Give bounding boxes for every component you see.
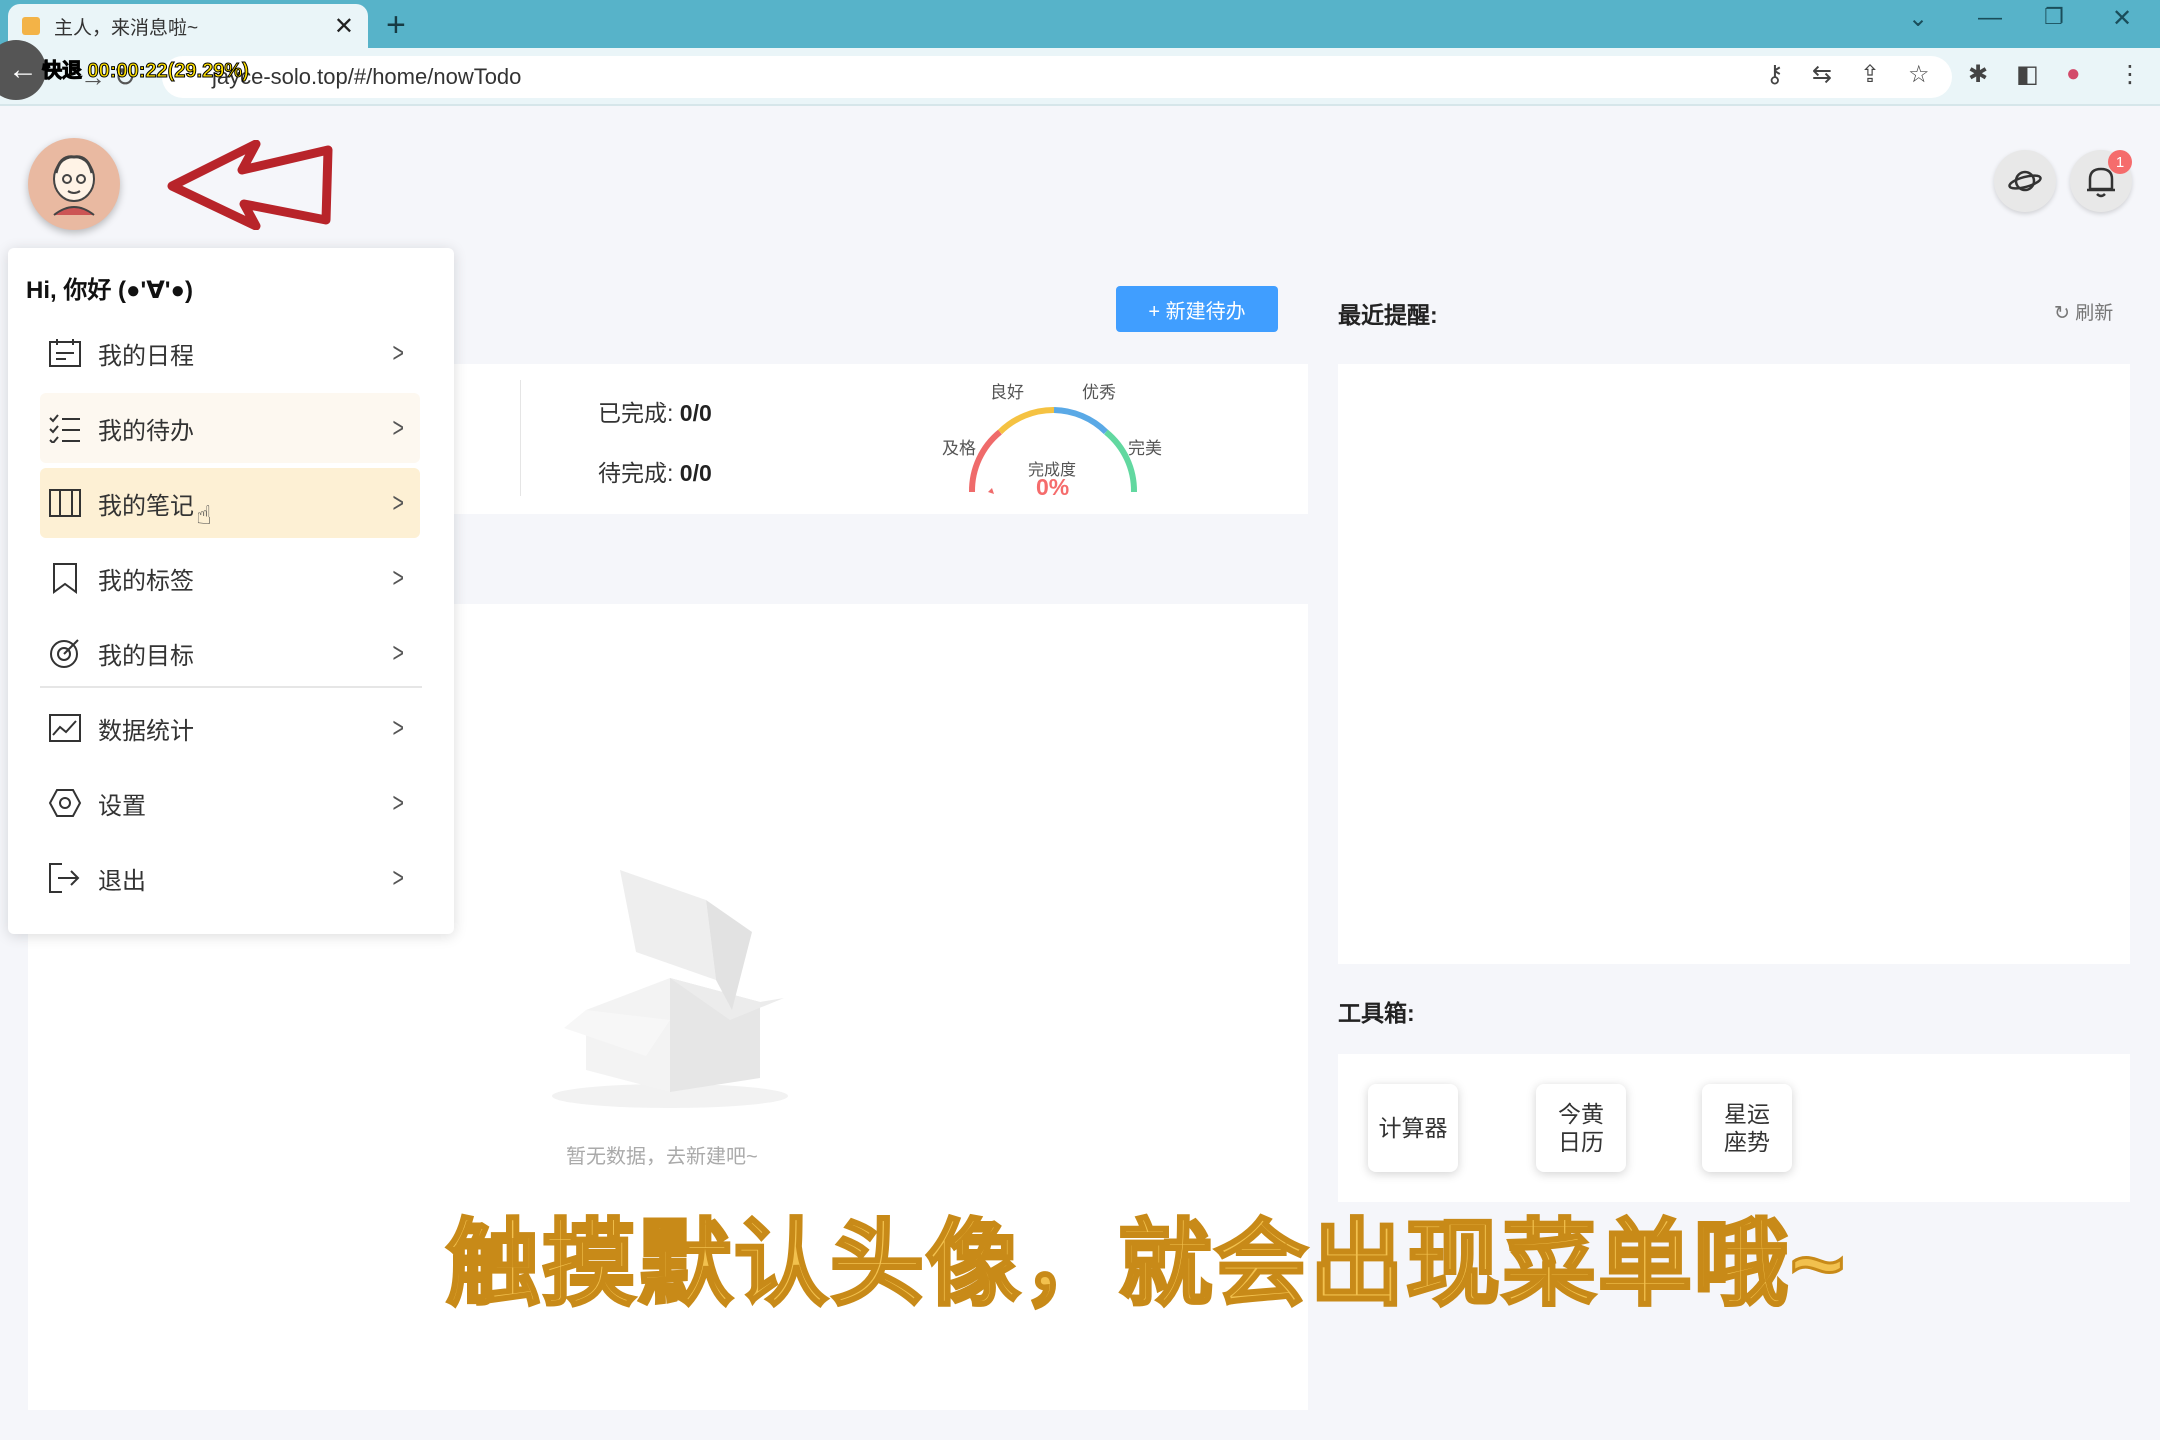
chevron-right-icon: > bbox=[392, 412, 404, 443]
menu-greeting: Hi, 你好 (●'∀'●) bbox=[26, 277, 193, 304]
tool-label-line: 日历 bbox=[1558, 1129, 1604, 1155]
chart-icon bbox=[49, 714, 81, 742]
chevron-right-icon: > bbox=[392, 487, 404, 518]
menu-item-notes[interactable]: 我的笔记 > bbox=[40, 468, 420, 538]
menu-item-label: 退出 bbox=[98, 867, 146, 895]
new-todo-button[interactable]: + 新建待办 bbox=[1116, 286, 1278, 332]
translate-icon[interactable]: ⇆ bbox=[1812, 60, 1832, 89]
menu-item-settings[interactable]: 设置 > bbox=[40, 768, 420, 838]
url-input[interactable]: jayce-solo.top/#/home/nowTodo bbox=[162, 56, 1952, 98]
calendar-icon bbox=[49, 339, 81, 367]
notification-badge: 1 bbox=[2108, 150, 2132, 174]
almanac-tool[interactable]: 今黄 日历 bbox=[1536, 1084, 1626, 1172]
video-caption: 触摸默认头像，就会出现菜单哦~ bbox=[445, 1210, 1847, 1318]
menu-item-label: 数据统计 bbox=[98, 717, 194, 745]
avatar[interactable] bbox=[28, 138, 120, 230]
pending-value: 0/0 bbox=[679, 460, 712, 486]
target-icon bbox=[50, 639, 79, 668]
menu-divider bbox=[40, 686, 422, 688]
chevron-right-icon: > bbox=[392, 562, 404, 593]
extensions-icon[interactable]: ✱ bbox=[1968, 60, 1988, 89]
gauge-label: 良好 bbox=[990, 383, 1024, 402]
settings-icon bbox=[48, 789, 82, 817]
chevron-right-icon: > bbox=[392, 862, 404, 893]
menu-item-statistics[interactable]: 数据统计 > bbox=[40, 693, 420, 763]
empty-state-text: 暂无数据，去新建吧~ bbox=[566, 1146, 758, 1168]
checklist-icon bbox=[49, 414, 80, 443]
tool-label-line: 今黄 bbox=[1558, 1101, 1604, 1127]
done-label: 已完成: bbox=[598, 400, 674, 426]
planet-icon bbox=[2008, 170, 2042, 192]
menu-item-label: 我的笔记 bbox=[98, 492, 194, 520]
menu-item-label: 我的标签 bbox=[98, 567, 194, 595]
gauge-label: 优秀 bbox=[1082, 383, 1116, 402]
refresh-icon: ↻ bbox=[2054, 303, 2076, 324]
tool-label-line: 座势 bbox=[1724, 1129, 1770, 1155]
bookmark-icon bbox=[53, 563, 77, 594]
done-value: 0/0 bbox=[679, 400, 712, 426]
chevron-right-icon: > bbox=[392, 712, 404, 743]
browser-tab[interactable]: 主人，来消息啦~ ✕ bbox=[8, 4, 368, 48]
minimize-icon[interactable]: — bbox=[1978, 4, 2002, 32]
menu-item-logout[interactable]: 退出 > bbox=[40, 843, 420, 913]
chevron-right-icon: > bbox=[392, 337, 404, 368]
gauge-label: 及格 bbox=[942, 439, 976, 458]
done-stat: 已完成: 0/0 bbox=[598, 394, 712, 428]
menu-item-label: 我的日程 bbox=[98, 342, 194, 370]
menu-item-label: 设置 bbox=[98, 792, 146, 820]
gauge-value: 0% bbox=[1036, 474, 1070, 500]
menu-item-label: 我的目标 bbox=[98, 642, 194, 670]
refresh-button[interactable]: ↻ 刷新 bbox=[2054, 298, 2113, 325]
avatar-face-icon bbox=[53, 155, 95, 216]
notebook-icon bbox=[49, 489, 81, 517]
pending-label: 待完成: bbox=[598, 460, 674, 486]
favicon-icon bbox=[22, 17, 40, 35]
share-icon[interactable]: ⇪ bbox=[1860, 60, 1880, 89]
close-window-icon[interactable]: ✕ bbox=[2112, 4, 2132, 33]
menu-item-schedule[interactable]: 我的日程 > bbox=[40, 318, 420, 388]
logout-icon bbox=[49, 863, 80, 893]
calculator-tool[interactable]: 计算器 bbox=[1368, 1084, 1458, 1172]
planet-button[interactable] bbox=[1994, 150, 2056, 212]
chevron-right-icon: > bbox=[392, 637, 404, 668]
menu-item-todo[interactable]: 我的待办 > bbox=[40, 393, 420, 463]
menu-item-tags[interactable]: 我的标签 > bbox=[40, 543, 420, 613]
chevron-right-icon: > bbox=[392, 787, 404, 818]
key-icon[interactable]: ⚷ bbox=[1766, 60, 1784, 89]
empty-box-icon bbox=[552, 870, 788, 1108]
reminders-card bbox=[1338, 364, 2130, 964]
gauge-label: 完美 bbox=[1128, 439, 1162, 458]
hand-cursor-icon: ☝ bbox=[196, 500, 212, 530]
tab-title: 主人，来消息啦~ bbox=[54, 17, 199, 39]
pending-stat: 待完成: 0/0 bbox=[598, 454, 712, 488]
toolbox-title: 工具箱: bbox=[1338, 1000, 1415, 1026]
playback-overlay: 快退 00:00:22(29.29%) bbox=[42, 60, 250, 83]
restore-icon[interactable]: ❐ bbox=[2044, 4, 2064, 30]
menu-item-label: 我的待办 bbox=[98, 417, 194, 445]
menu-item-goals[interactable]: 我的目标 > bbox=[40, 618, 420, 688]
refresh-label: 刷新 bbox=[2075, 303, 2114, 324]
left-arrow-icon bbox=[167, 140, 333, 230]
side-panel-icon[interactable]: ◧ bbox=[2016, 60, 2039, 89]
close-tab-icon[interactable]: ✕ bbox=[334, 12, 354, 41]
divider bbox=[520, 380, 521, 496]
url-text: jayce-solo.top/#/home/nowTodo bbox=[212, 64, 522, 89]
new-tab-icon[interactable]: + bbox=[386, 6, 406, 45]
profile-icon[interactable]: ● bbox=[2066, 60, 2081, 88]
bookmark-star-icon[interactable]: ☆ bbox=[1908, 60, 1930, 89]
horoscope-tool[interactable]: 星运 座势 bbox=[1702, 1084, 1792, 1172]
reminders-title: 最近提醒: bbox=[1338, 302, 1438, 328]
tool-label-line: 星运 bbox=[1724, 1101, 1770, 1127]
browser-menu-icon[interactable]: ⋮ bbox=[2118, 60, 2142, 89]
tab-search-icon[interactable]: ⌄ bbox=[1908, 4, 1928, 33]
